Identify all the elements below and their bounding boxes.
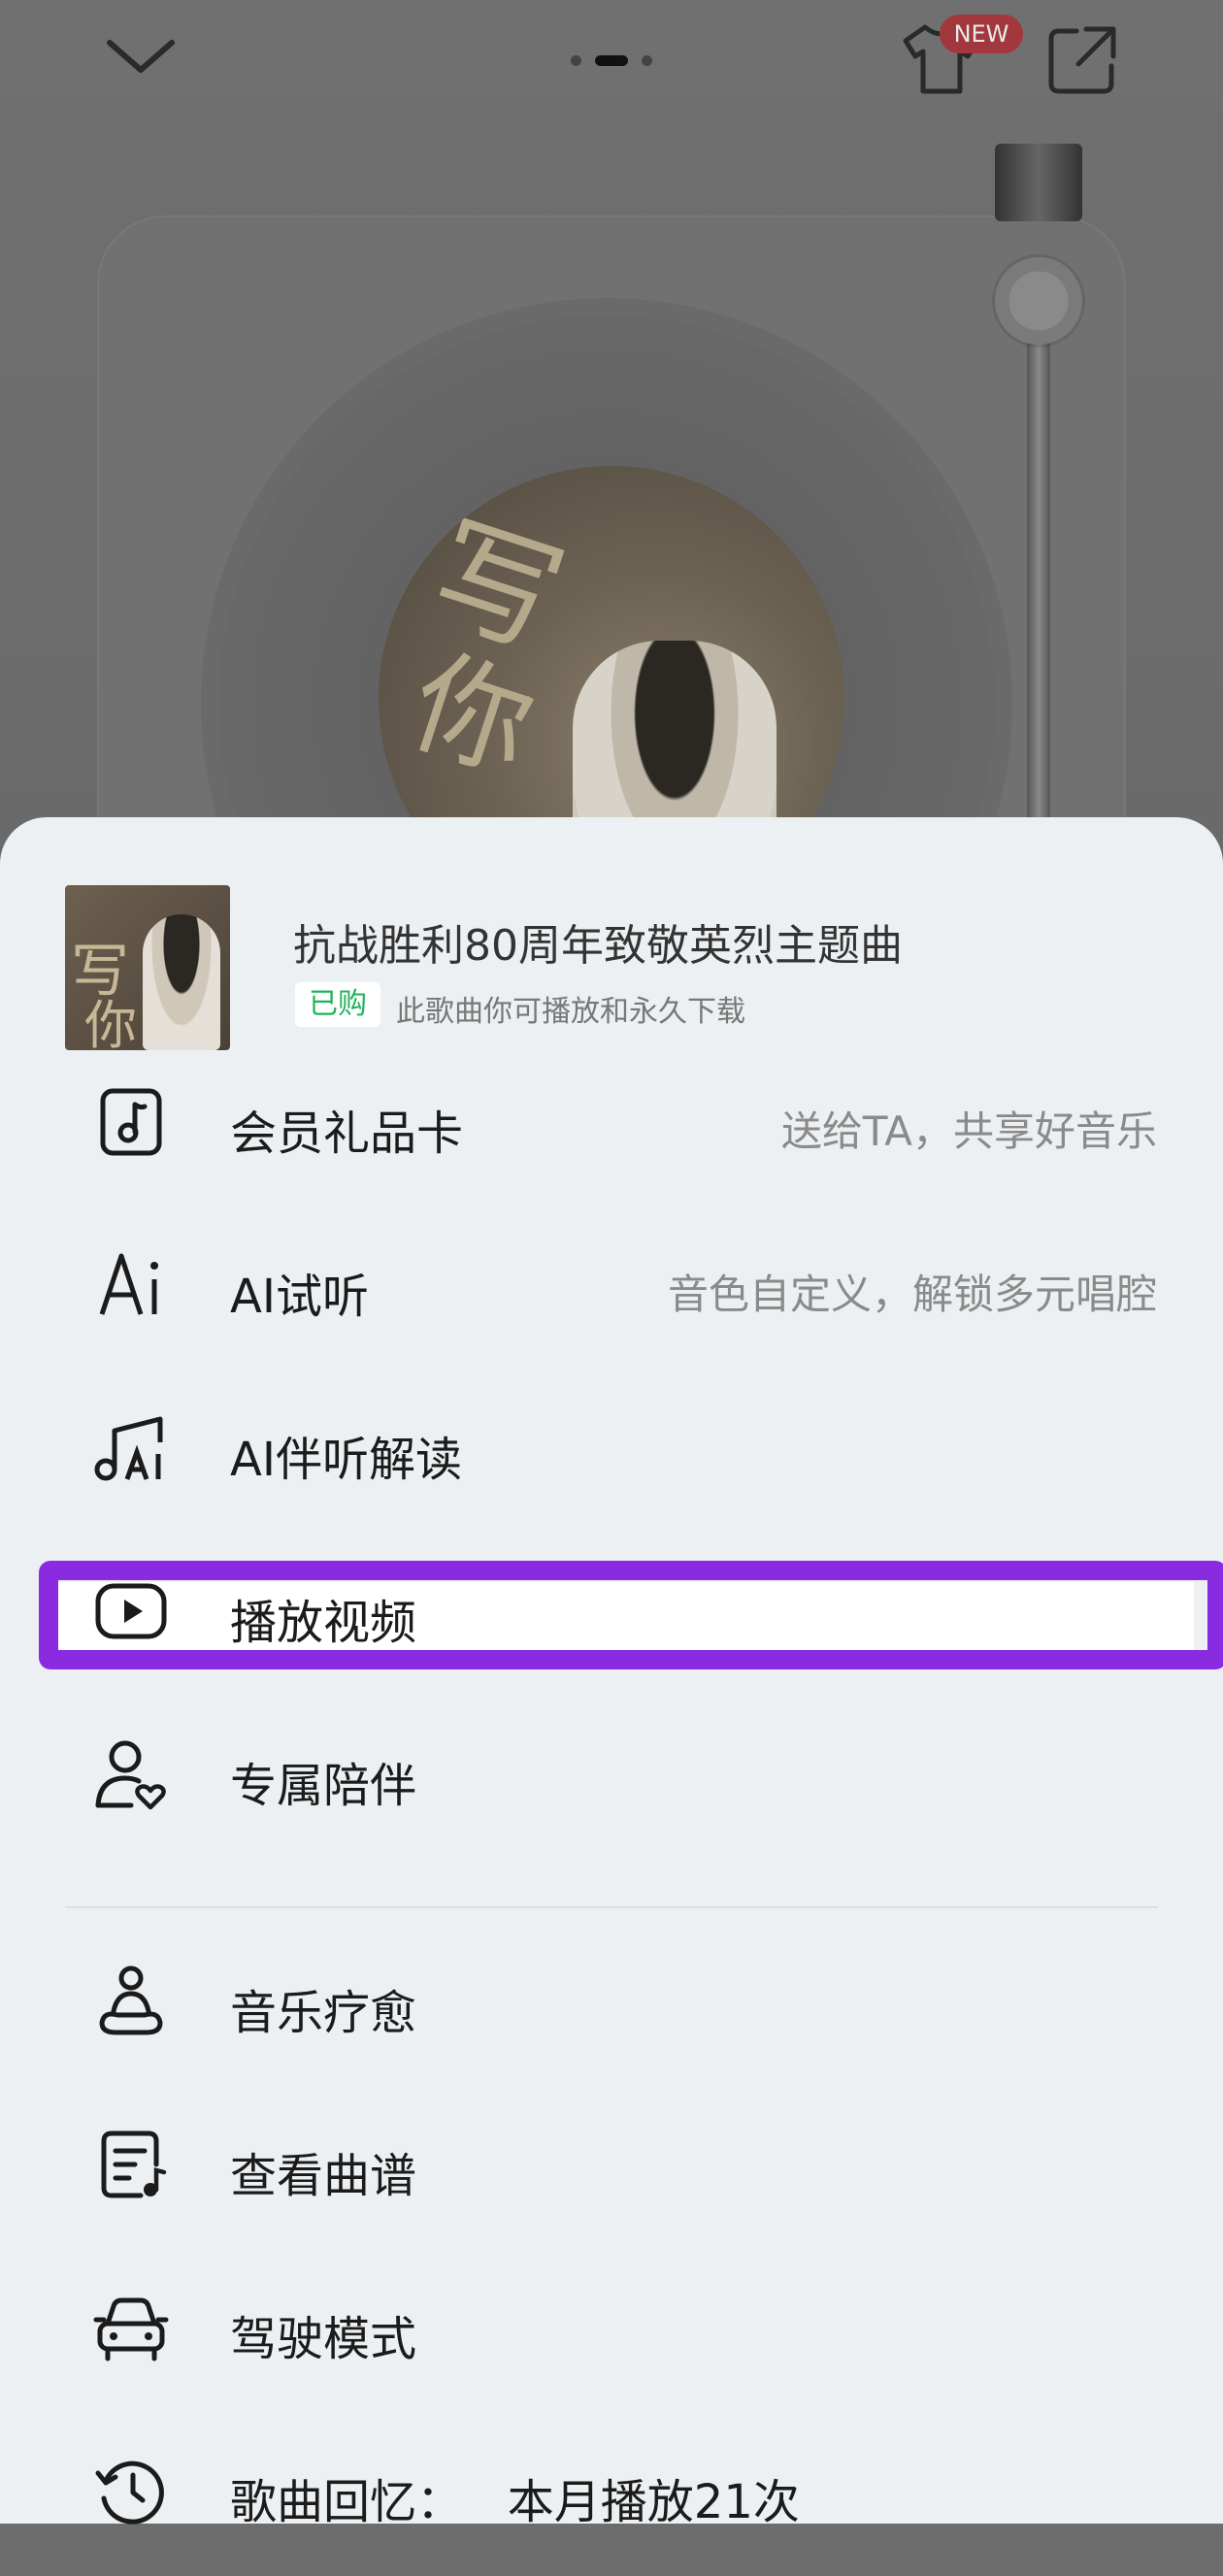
menu-item-hint: 音色自定义，解锁多元唱腔 bbox=[667, 1271, 1157, 1318]
sheet-music-icon bbox=[101, 2130, 167, 2198]
menu-item-label: 歌曲回忆： 本月播放21次 bbox=[230, 2475, 800, 2529]
menu-item-label: 专属陪伴 bbox=[230, 1759, 417, 1813]
player-top-bar: NEW bbox=[0, 0, 1223, 126]
history-icon bbox=[95, 2460, 164, 2525]
ai-icon bbox=[99, 1253, 158, 1315]
menu-item-song-memories[interactable]: 歌曲回忆： 本月播放21次 bbox=[0, 2413, 1223, 2576]
menu-item-label: 播放视频 bbox=[230, 1596, 417, 1650]
menu-divider bbox=[65, 1906, 1158, 1908]
menu-item-label: AI试听 bbox=[230, 1270, 369, 1324]
menu-item-gift-card[interactable]: 会员礼品卡 送给TA，共享好音乐 bbox=[0, 1044, 1223, 1207]
menu-item-ai-companion-reading[interactable]: AI伴听解读 bbox=[0, 1371, 1223, 1534]
song-info-header: 写 你 抗战胜利80周年致敬英烈主题曲 已购 此歌曲你可播放和永久下载 bbox=[0, 817, 1223, 1070]
menu-item-music-healing[interactable]: 音乐疗愈 bbox=[0, 1924, 1223, 2087]
companion-icon bbox=[95, 1740, 166, 1810]
menu-item-ai-listen[interactable]: AI试听 音色自定义，解锁多元唱腔 bbox=[0, 1207, 1223, 1371]
music-card-icon bbox=[100, 1088, 162, 1156]
page-dot bbox=[571, 55, 581, 66]
menu-item-sheet-music[interactable]: 查看曲谱 bbox=[0, 2087, 1223, 2250]
menu-item-driving-mode[interactable]: 驾驶模式 bbox=[0, 2250, 1223, 2413]
tonearm-pivot bbox=[995, 257, 1082, 345]
menu-item-label: 音乐疗愈 bbox=[230, 1986, 417, 2040]
purchased-badge: 已购 bbox=[295, 982, 380, 1027]
page-dot bbox=[642, 55, 652, 66]
menu-item-label: 驾驶模式 bbox=[230, 2312, 417, 2366]
share-icon[interactable] bbox=[1043, 21, 1121, 99]
menu-item-label: AI伴听解读 bbox=[230, 1433, 462, 1487]
tonearm-head bbox=[995, 144, 1082, 221]
chevron-down-icon[interactable] bbox=[102, 27, 180, 85]
more-options-sheet: 写 你 抗战胜利80周年致敬英烈主题曲 已购 此歌曲你可播放和永久下载 会员礼品… bbox=[0, 817, 1223, 2529]
purchased-description: 此歌曲你可播放和永久下载 bbox=[396, 995, 745, 1029]
menu-item-label: 查看曲谱 bbox=[230, 2149, 417, 2203]
meditation-icon bbox=[99, 1965, 163, 2035]
page-dot-active bbox=[595, 55, 628, 66]
menu-item-exclusive-companion[interactable]: 专属陪伴 bbox=[0, 1697, 1223, 1860]
cover-calligraphy: 你 bbox=[84, 995, 137, 1050]
menu-item-hint: 送给TA，共享好音乐 bbox=[780, 1107, 1157, 1155]
new-badge: NEW bbox=[940, 15, 1023, 53]
page-indicator bbox=[571, 53, 652, 69]
music-ai-icon bbox=[94, 1416, 163, 1481]
menu-item-label: 会员礼品卡 bbox=[230, 1106, 464, 1161]
menu-item-play-video[interactable]: 播放视频 bbox=[0, 1534, 1223, 1697]
cover-portrait bbox=[143, 914, 220, 1050]
album-cover: 写 你 bbox=[65, 885, 230, 1050]
tonearm[interactable] bbox=[1027, 291, 1050, 874]
car-icon bbox=[93, 2297, 169, 2361]
player-background: 写 你 NEW bbox=[0, 0, 1223, 1092]
song-title: 抗战胜利80周年致敬英烈主题曲 bbox=[293, 921, 903, 971]
play-video-icon bbox=[95, 1583, 167, 1639]
